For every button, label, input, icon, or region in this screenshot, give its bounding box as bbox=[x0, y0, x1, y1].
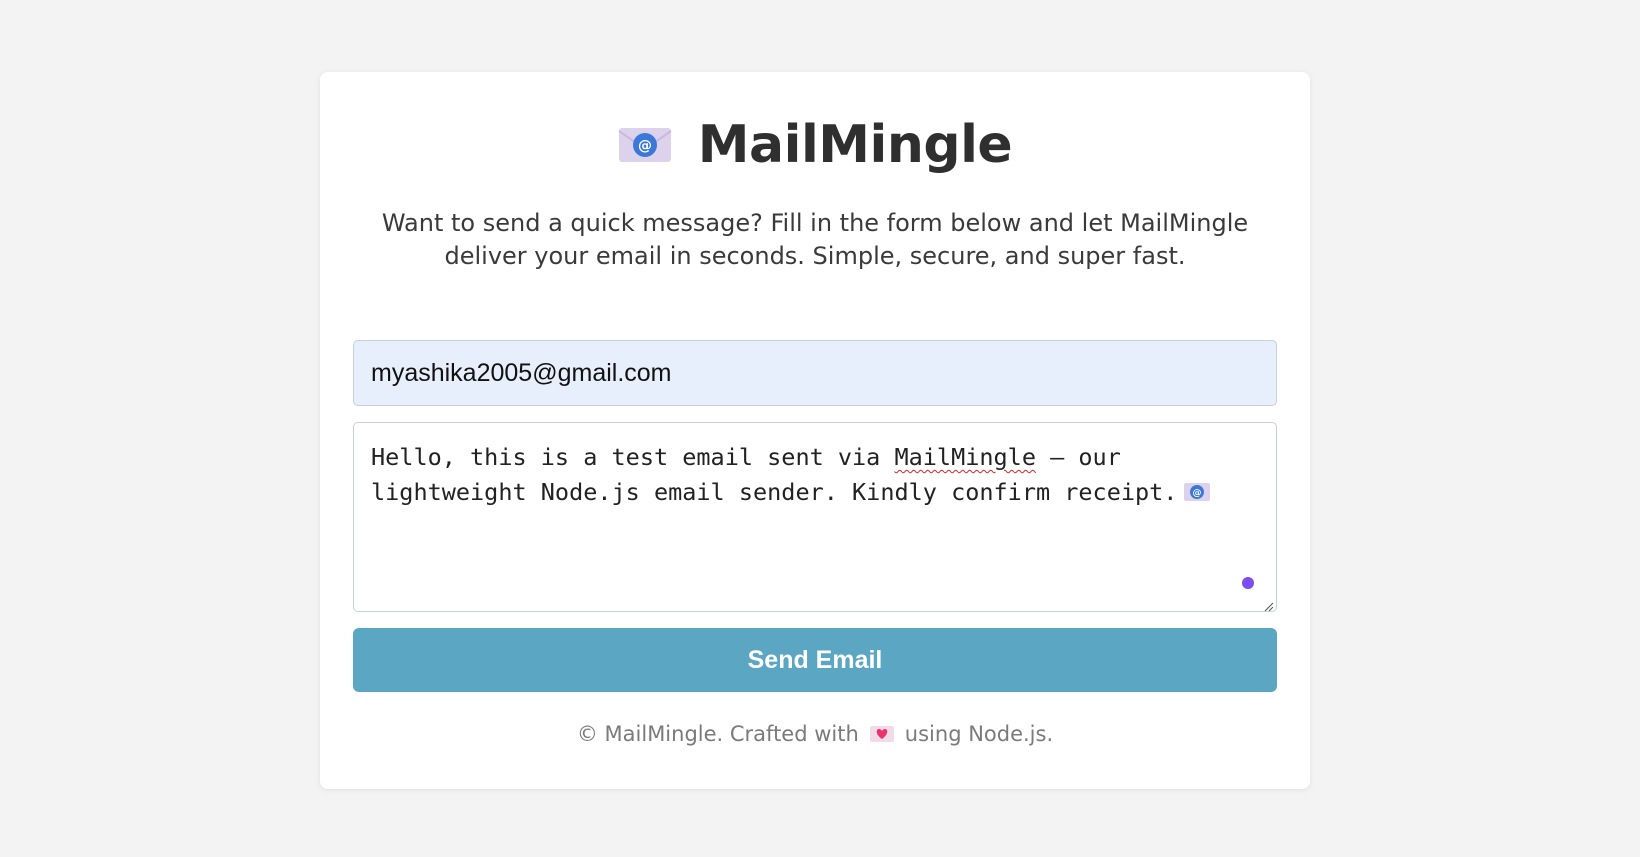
header: @ MailMingle bbox=[320, 108, 1310, 182]
footer-prefix: © MailMingle. Crafted with bbox=[576, 722, 859, 746]
send-email-button[interactable]: Send Email bbox=[353, 628, 1277, 692]
grammar-check-dot-icon[interactable] bbox=[1242, 577, 1254, 589]
app-title: MailMingle bbox=[697, 115, 1013, 175]
mail-form-card: @ MailMingle Want to send a quick messag… bbox=[320, 72, 1310, 789]
footer-suffix: using Node.js. bbox=[904, 722, 1054, 746]
svg-text:@: @ bbox=[1193, 489, 1202, 499]
envelope-at-icon: @ bbox=[618, 125, 672, 165]
envelope-at-icon: @ bbox=[1183, 478, 1211, 513]
message-textarea[interactable]: Hello, this is a test email sent via Mai… bbox=[353, 422, 1277, 612]
svg-text:@: @ bbox=[638, 138, 652, 154]
description-text: Want to send a quick message? Fill in th… bbox=[381, 209, 1249, 270]
footer: © MailMingle. Crafted with using Node.js… bbox=[320, 722, 1310, 746]
resize-handle-icon[interactable] bbox=[1264, 599, 1274, 612]
email-field[interactable] bbox=[353, 340, 1277, 406]
heart-letter-icon bbox=[869, 724, 895, 744]
message-text-start: Hello, this is a test email sent via bbox=[371, 443, 895, 471]
message-text[interactable]: Hello, this is a test email sent via Mai… bbox=[371, 440, 1251, 513]
misspelled-word: MailMingle bbox=[894, 443, 1036, 471]
